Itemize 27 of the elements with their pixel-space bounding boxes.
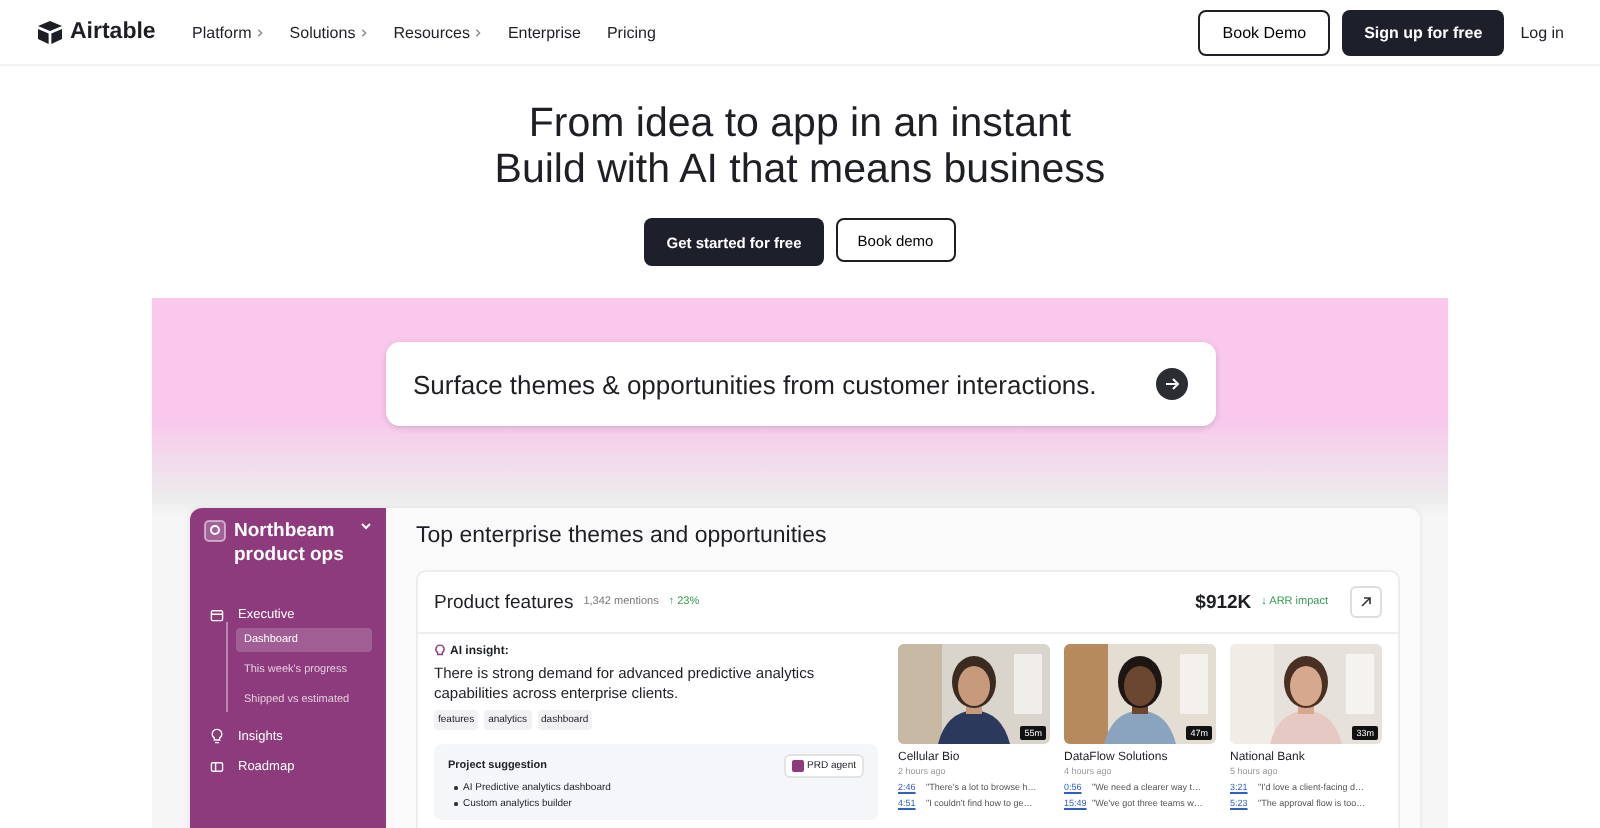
book-demo-button[interactable]: Book Demo bbox=[1198, 9, 1331, 55]
sign-up-button[interactable]: Sign up for free bbox=[1342, 9, 1505, 55]
calendar-icon bbox=[210, 608, 224, 622]
logo-text[interactable]: Airtable bbox=[70, 20, 156, 44]
hero-title: From idea to app in an instant bbox=[528, 100, 1072, 146]
prompt-text: Surface themes & opportunities from customer interactions. bbox=[413, 369, 1097, 399]
amount-text: $912K bbox=[1195, 591, 1252, 613]
page-title: Top enterprise themes and opportunities bbox=[416, 524, 829, 548]
login-link[interactable]: Log in bbox=[1520, 23, 1564, 41]
card-title: Product features bbox=[434, 591, 574, 613]
arrow-button-icon[interactable] bbox=[1155, 368, 1187, 400]
chevron-icon[interactable] bbox=[360, 520, 372, 532]
nav-link[interactable]: Pricing bbox=[606, 23, 656, 41]
map-icon bbox=[210, 760, 224, 774]
document-icon bbox=[791, 760, 804, 772]
arrow-icon bbox=[1360, 596, 1372, 608]
workspace-name[interactable]: Northbeam product ops bbox=[234, 520, 352, 568]
workspace-icon bbox=[204, 520, 226, 542]
expand-button[interactable] bbox=[1350, 586, 1382, 618]
nav-link[interactable]: Resources bbox=[393, 23, 470, 41]
logo-icon bbox=[36, 20, 64, 44]
hero-title: Build with AI that means business bbox=[494, 146, 1106, 192]
nav-link[interactable]: Solutions bbox=[289, 23, 356, 41]
nav-link[interactable]: Enterprise bbox=[507, 23, 581, 41]
nav-link[interactable]: Platform bbox=[192, 23, 252, 41]
lightbulb-icon bbox=[210, 728, 224, 744]
lightbulb-icon bbox=[434, 644, 446, 658]
